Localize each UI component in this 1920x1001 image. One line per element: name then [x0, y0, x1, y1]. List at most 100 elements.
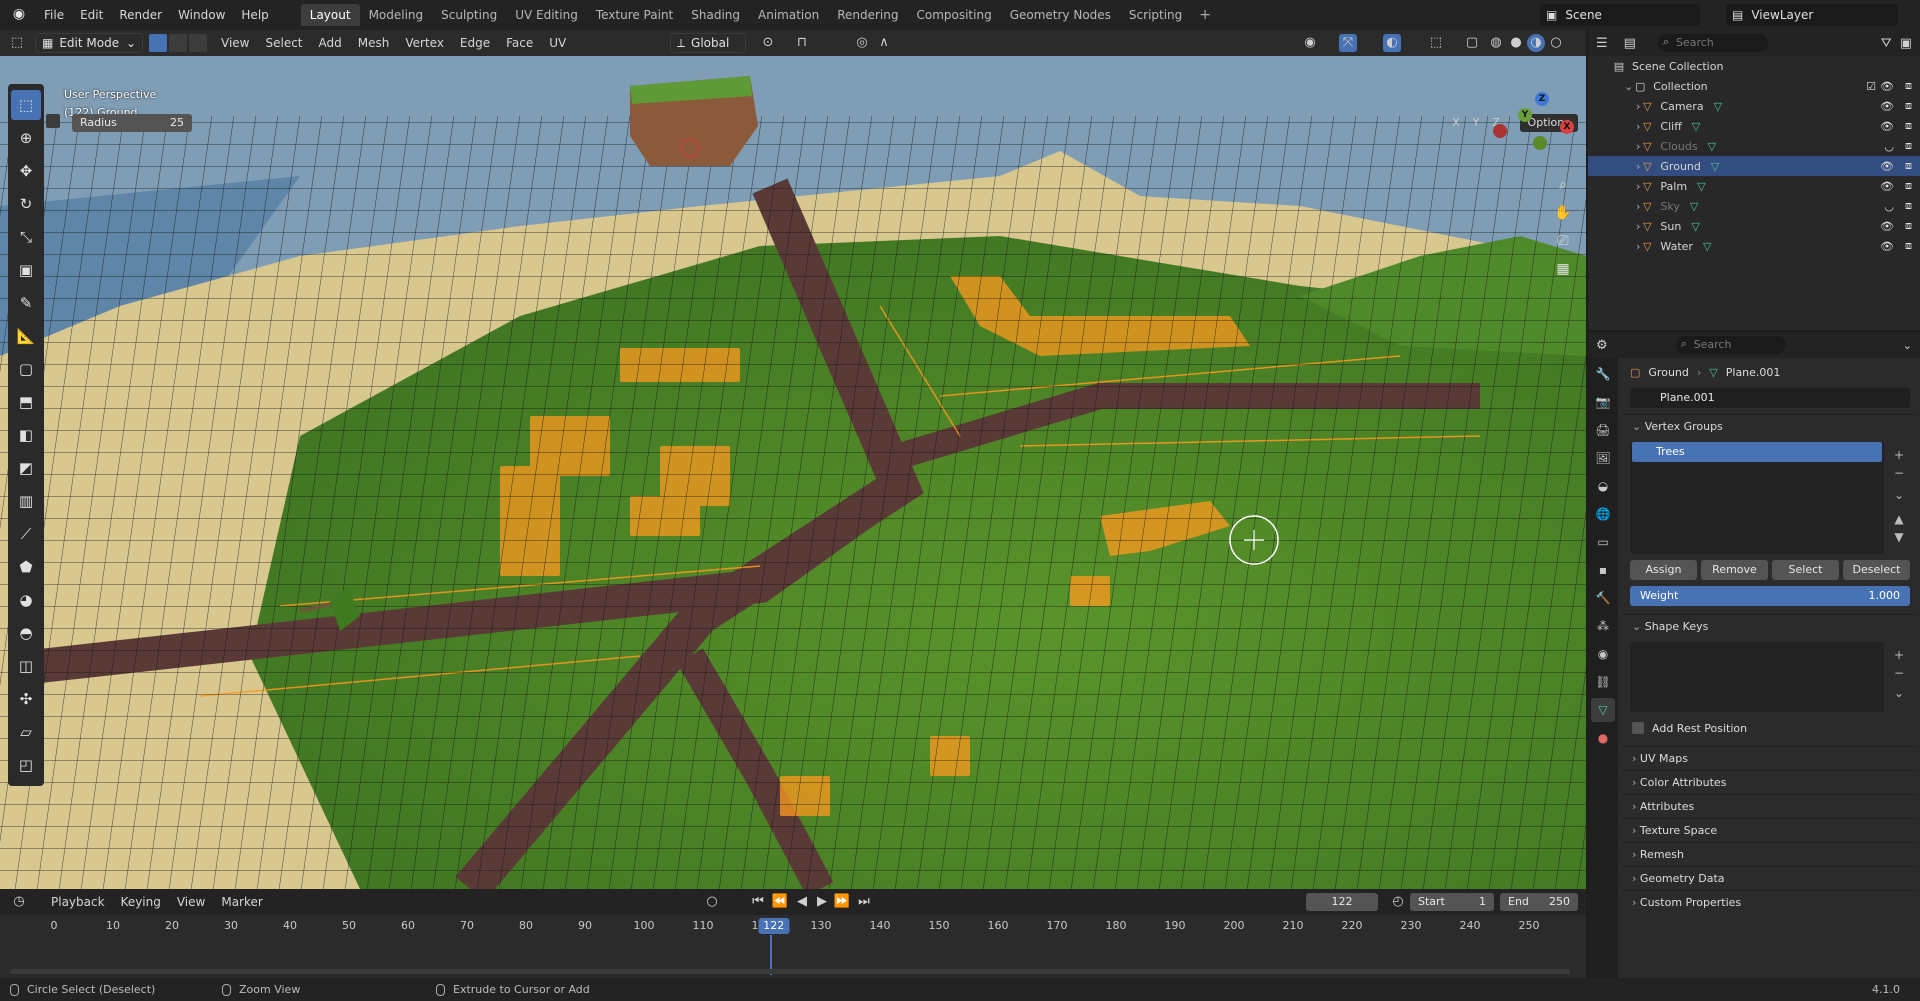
gizmo-toggle-icon[interactable]: ⤧ — [1339, 34, 1357, 52]
gizmo-x-axis[interactable]: X — [1560, 120, 1574, 134]
menu-vertex[interactable]: Vertex — [397, 33, 452, 53]
particles-tab-icon[interactable]: ⁂ — [1591, 614, 1615, 638]
tab-modeling[interactable]: Modeling — [360, 4, 433, 26]
material-shading-icon[interactable]: ◑ — [1527, 34, 1545, 52]
add-rest-position-row[interactable]: Add Rest Position — [1622, 716, 1918, 740]
select-circle-tool-icon[interactable]: ⬚ — [11, 90, 41, 120]
move-tool-icon[interactable]: ✥ — [11, 156, 41, 186]
texture-space-panel-header[interactable]: Texture Space — [1622, 818, 1918, 842]
spin-tool-icon[interactable]: ◕ — [11, 585, 41, 615]
menu-view[interactable]: View — [213, 33, 257, 53]
menu-timeline-view[interactable]: View — [169, 892, 213, 912]
outliner-item[interactable]: › ▽ Camera ▽ 👁 ⧈ — [1588, 96, 1920, 116]
add-cube-tool-icon[interactable]: ▢ — [11, 354, 41, 384]
vertex-group-menu-icon[interactable]: ⌄ — [1890, 486, 1908, 504]
tab-rendering[interactable]: Rendering — [828, 4, 907, 26]
menu-edit[interactable]: Edit — [72, 4, 111, 26]
pivot-icon[interactable]: ⊙ — [759, 34, 777, 52]
render-camera-icon[interactable]: ⧈ — [1905, 219, 1912, 233]
render-tab-icon[interactable]: 📷 — [1591, 390, 1615, 414]
physics-tab-icon[interactable]: ◉ — [1591, 642, 1615, 666]
edge-select-button[interactable] — [169, 34, 187, 52]
visibility-eye-icon[interactable]: ◡ — [1884, 200, 1894, 213]
rendered-shading-icon[interactable]: ○ — [1547, 34, 1565, 52]
tool-tab-icon[interactable]: 🔧 — [1591, 362, 1615, 386]
zoom-icon[interactable]: ⌕ — [1552, 174, 1574, 196]
wireframe-shading-icon[interactable]: ◍ — [1487, 34, 1505, 52]
loop-cut-tool-icon[interactable]: ▥ — [11, 486, 41, 516]
menu-select[interactable]: Select — [257, 33, 310, 53]
scale-tool-icon[interactable]: ⤡ — [11, 222, 41, 252]
solid-shading-icon[interactable]: ● — [1507, 34, 1525, 52]
menu-window[interactable]: Window — [170, 4, 233, 26]
outliner-search-input[interactable]: Search — [1657, 33, 1768, 52]
collection-tab-icon[interactable]: ▭ — [1591, 530, 1615, 554]
filter-icon[interactable]: ⛛ — [1881, 36, 1892, 51]
gizmo-y-axis[interactable]: Y — [1518, 108, 1532, 122]
menu-render[interactable]: Render — [111, 4, 170, 26]
display-mode-icon[interactable]: ▤ — [1624, 36, 1636, 51]
shape-key-list[interactable] — [1630, 642, 1884, 712]
outliner-item[interactable]: › ▽ Ground ▽ 👁 ⧈ — [1588, 156, 1920, 176]
properties-search-input[interactable]: Search — [1675, 335, 1786, 354]
visibility-icon[interactable]: ◉ — [1301, 34, 1319, 52]
overlay-toggle-icon[interactable]: ◐ — [1383, 34, 1401, 52]
xray-icon[interactable]: ▢ — [1463, 34, 1481, 52]
menu-marker[interactable]: Marker — [213, 892, 270, 912]
menu-add[interactable]: Add — [311, 33, 350, 53]
jump-keyframe-forward-icon[interactable]: ⏩ — [833, 893, 851, 911]
vertex-groups-panel-header[interactable]: Vertex Groups — [1622, 414, 1918, 438]
render-camera-icon[interactable]: ⧈ — [1905, 159, 1912, 173]
collection-checkbox-icon[interactable]: ☑ — [1866, 80, 1876, 93]
visibility-eye-icon[interactable]: 👁 — [1880, 220, 1894, 233]
outliner-item[interactable]: › ▽ Palm ▽ 👁 ⧈ — [1588, 176, 1920, 196]
outliner-item[interactable]: › ▽ Sky ▽ ◡ ⧈ — [1588, 196, 1920, 216]
frame-ruler[interactable]: 0102030405060708090100110120130140150160… — [0, 915, 1586, 935]
gizmo-neg-y-axis[interactable] — [1533, 136, 1547, 150]
falloff-icon[interactable]: ∧ — [875, 34, 893, 52]
collection-row[interactable]: ⌄ ▢ Collection ☑ 👁 ⧈ — [1588, 76, 1920, 96]
new-collection-icon[interactable]: ▣ — [1900, 36, 1912, 51]
end-frame-field[interactable]: End 250 — [1500, 893, 1578, 911]
render-camera-icon[interactable]: ⧈ — [1905, 99, 1912, 113]
properties-options-icon[interactable]: ⌄ — [1903, 339, 1912, 352]
auto-key-icon[interactable]: ○ — [703, 893, 721, 911]
assign-button[interactable]: Assign — [1630, 560, 1697, 580]
snap-icon[interactable]: ⊓ — [793, 34, 811, 52]
outliner-item[interactable]: › ▽ Clouds ▽ ◡ ⧈ — [1588, 136, 1920, 156]
subtract-selection-icon[interactable] — [46, 114, 60, 128]
radius-field[interactable]: Radius 25 — [72, 114, 192, 132]
render-camera-icon[interactable]: ⧈ — [1905, 239, 1912, 253]
gizmo-neg-x-axis[interactable] — [1493, 124, 1507, 138]
play-icon[interactable]: ▶ — [813, 893, 831, 911]
remove-vertex-group-icon[interactable]: − — [1890, 464, 1908, 482]
timeline-scrollbar[interactable] — [10, 969, 1570, 974]
tab-compositing[interactable]: Compositing — [907, 4, 1000, 26]
visibility-eye-icon[interactable]: ◡ — [1884, 140, 1894, 153]
cursor-tool-icon[interactable]: ⊕ — [11, 123, 41, 153]
menu-help[interactable]: Help — [233, 4, 276, 26]
smooth-tool-icon[interactable]: ◓ — [11, 618, 41, 648]
face-select-button[interactable] — [189, 34, 207, 52]
3d-viewport[interactable]: User Perspective (122) Ground Radius 25 … — [0, 56, 1586, 889]
tab-scripting[interactable]: Scripting — [1120, 4, 1191, 26]
mirror-y-toggle[interactable]: Y — [1468, 114, 1484, 132]
render-camera-icon[interactable]: ⧈ — [1905, 179, 1912, 193]
menu-edge[interactable]: Edge — [452, 33, 498, 53]
knife-tool-icon[interactable]: ⟋ — [11, 519, 41, 549]
edge-slide-tool-icon[interactable]: ◫ — [11, 651, 41, 681]
select-button[interactable]: Select — [1772, 560, 1839, 580]
mode-dropdown[interactable]: ▦ Edit Mode ⌄ — [35, 33, 143, 53]
vertex-group-list[interactable]: Trees — [1630, 442, 1884, 554]
add-shape-key-icon[interactable]: + — [1890, 646, 1908, 664]
add-workspace-button[interactable]: + — [1191, 7, 1219, 23]
tab-layout[interactable]: Layout — [300, 4, 360, 26]
remove-shape-key-icon[interactable]: − — [1890, 664, 1908, 682]
collection-eye-icon[interactable]: 👁 — [1880, 80, 1894, 93]
output-tab-icon[interactable]: 🖨 — [1591, 418, 1615, 442]
current-frame-marker[interactable]: 122 — [758, 918, 790, 934]
shrink-tool-icon[interactable]: ✣ — [11, 684, 41, 714]
modifier-tab-icon[interactable]: 🔨 — [1591, 586, 1615, 610]
move-up-icon[interactable]: ▲ — [1890, 510, 1908, 528]
deselect-button[interactable]: Deselect — [1843, 560, 1910, 580]
